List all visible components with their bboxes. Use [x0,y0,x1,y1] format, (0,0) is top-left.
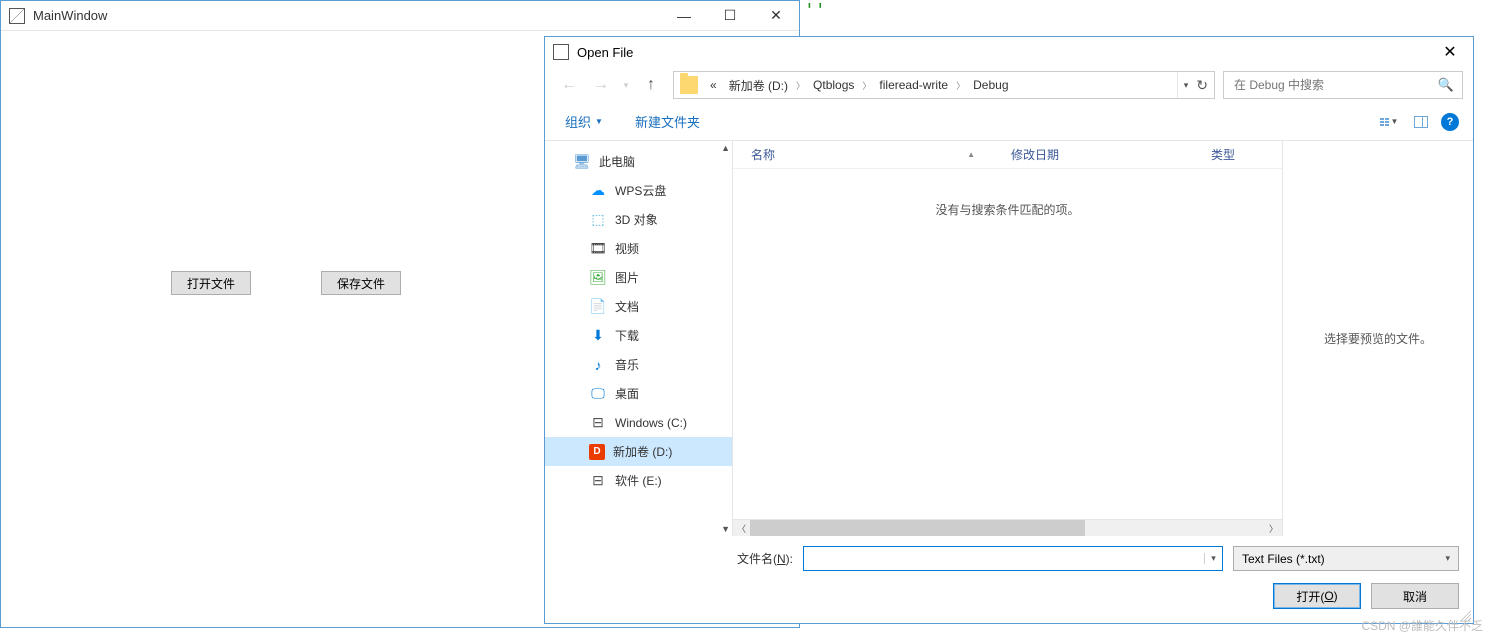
chevron-down-icon: ▼ [595,117,603,126]
chevron-right-icon: 〉 [860,79,873,92]
tree-item-drive-e[interactable]: ⊟软件 (E:) [545,466,732,495]
drive-d-icon: D [589,444,605,460]
toolbar: 组织▼ 新建文件夹 ▼ ? [545,103,1473,141]
save-file-button[interactable]: 保存文件 [321,271,401,295]
scroll-left-icon[interactable]: 〈 [733,522,750,535]
column-type[interactable]: 类型 [1193,146,1253,163]
empty-message: 没有与搜索条件匹配的项。 [733,169,1282,218]
tree-item-wps[interactable]: ☁WPS云盘 [545,176,732,205]
breadcrumb-1[interactable]: Qtblogs [807,72,860,98]
chevron-down-icon[interactable]: ▾ [1204,553,1222,564]
tree-item-music[interactable]: ♪音乐 [545,350,732,379]
preview-message: 选择要预览的文件。 [1324,330,1432,347]
sort-asc-icon: ▲ [967,150,975,159]
desktop-icon: 🖵 [589,385,607,403]
filename-label: 文件名(N): [737,550,793,567]
preview-pane: 选择要预览的文件。 [1283,141,1473,536]
tree-item-videos[interactable]: 🎞视频 [545,234,732,263]
tree-item-pictures[interactable]: 🖼图片 [545,263,732,292]
preview-pane-button[interactable] [1409,110,1433,134]
tree-item-3d[interactable]: ⬚3D 对象 [545,205,732,234]
open-button[interactable]: 打开(O) [1273,583,1361,609]
app-icon [9,8,25,24]
main-window-titlebar[interactable]: MainWindow — ☐ ✕ [1,1,799,31]
breadcrumb-prefix[interactable]: « [704,72,723,98]
drive-icon: ⊟ [589,414,607,432]
music-icon: ♪ [589,356,607,374]
maximize-button[interactable]: ☐ [707,1,753,30]
breadcrumb-2[interactable]: fileread-write [873,72,954,98]
picture-icon: 🖼 [589,269,607,287]
dialog-title: Open File [577,45,1427,60]
organize-menu[interactable]: 组织▼ [559,108,609,135]
column-date[interactable]: 修改日期 [993,146,1193,163]
file-type-filter[interactable]: Text Files (*.txt) ▾ [1233,546,1459,571]
folder-icon [680,76,698,94]
cancel-button[interactable]: 取消 [1371,583,1459,609]
dialog-icon [553,44,569,60]
filename-input[interactable] [804,552,1204,566]
address-dropdown-icon[interactable]: ▾ [1184,80,1189,91]
open-file-dialog: Open File ✕ ← → ▾ ↑ « 新加卷 (D:) 〉 Qtblogs… [544,36,1474,624]
chevron-down-icon: ▾ [1445,553,1450,564]
cloud-icon: ☁ [589,182,607,200]
tree-item-this-pc[interactable]: 🖥此电脑 [545,147,732,176]
scrollbar-thumb[interactable] [750,520,1085,536]
horizontal-scrollbar[interactable]: 〈 〉 [733,519,1282,536]
scroll-down-icon[interactable]: ▼ [721,524,730,534]
preview-pane-icon [1414,116,1428,128]
document-icon: 📄 [589,298,607,316]
scroll-right-icon[interactable]: 〉 [1265,522,1282,535]
cube-icon: ⬚ [589,211,607,229]
search-input[interactable] [1232,77,1438,93]
dialog-close-button[interactable]: ✕ [1427,37,1473,67]
tree-item-drive-c[interactable]: ⊟Windows (C:) [545,408,732,437]
breadcrumb-3[interactable]: Debug [967,72,1014,98]
tree-item-drive-d[interactable]: D新加卷 (D:) [545,437,732,466]
scroll-up-icon[interactable]: ▲ [721,143,730,153]
list-header: 名称▲ 修改日期 类型 [733,141,1282,169]
video-icon: 🎞 [589,240,607,258]
tree-item-downloads[interactable]: ⬇下载 [545,321,732,350]
refresh-icon[interactable]: ↻ [1196,77,1208,94]
folder-tree[interactable]: ▲ 🖥此电脑 ☁WPS云盘 ⬚3D 对象 🎞视频 🖼图片 📄文档 ⬇下载 ♪音乐… [545,141,733,536]
nav-row: ← → ▾ ↑ « 新加卷 (D:) 〉 Qtblogs 〉 fileread-… [545,67,1473,103]
up-button[interactable]: ↑ [637,71,665,99]
close-button[interactable]: ✕ [753,1,799,30]
file-list[interactable]: 名称▲ 修改日期 类型 没有与搜索条件匹配的项。 〈 〉 [733,141,1283,536]
search-icon: 🔍 [1438,77,1454,93]
drive-icon: ⊟ [589,472,607,490]
column-name[interactable]: 名称▲ [733,146,993,163]
download-icon: ⬇ [589,327,607,345]
chevron-right-icon: 〉 [794,79,807,92]
search-box[interactable]: 🔍 [1223,71,1463,99]
breadcrumb-0[interactable]: 新加卷 (D:) [723,72,794,98]
view-mode-button[interactable]: ▼ [1377,110,1401,134]
chevron-right-icon: 〉 [954,79,967,92]
tree-item-desktop[interactable]: 🖵桌面 [545,379,732,408]
address-bar[interactable]: « 新加卷 (D:) 〉 Qtblogs 〉 fileread-write 〉 … [673,71,1215,99]
tree-item-documents[interactable]: 📄文档 [545,292,732,321]
help-button[interactable]: ? [1441,113,1459,131]
new-folder-button[interactable]: 新建文件夹 [629,108,706,135]
forward-button[interactable]: → [587,71,615,99]
history-dropdown[interactable]: ▾ [619,80,633,91]
pc-icon: 🖥 [573,153,591,171]
decorative-text: '' [804,0,826,21]
filename-combobox[interactable]: ▾ [803,546,1223,571]
main-window-title: MainWindow [33,8,661,23]
dialog-titlebar[interactable]: Open File ✕ [545,37,1473,67]
watermark: CSDN @誰能久伴不乏 [1361,617,1483,634]
minimize-button[interactable]: — [661,1,707,30]
back-button[interactable]: ← [555,71,583,99]
list-view-icon [1380,118,1389,126]
open-file-button[interactable]: 打开文件 [171,271,251,295]
